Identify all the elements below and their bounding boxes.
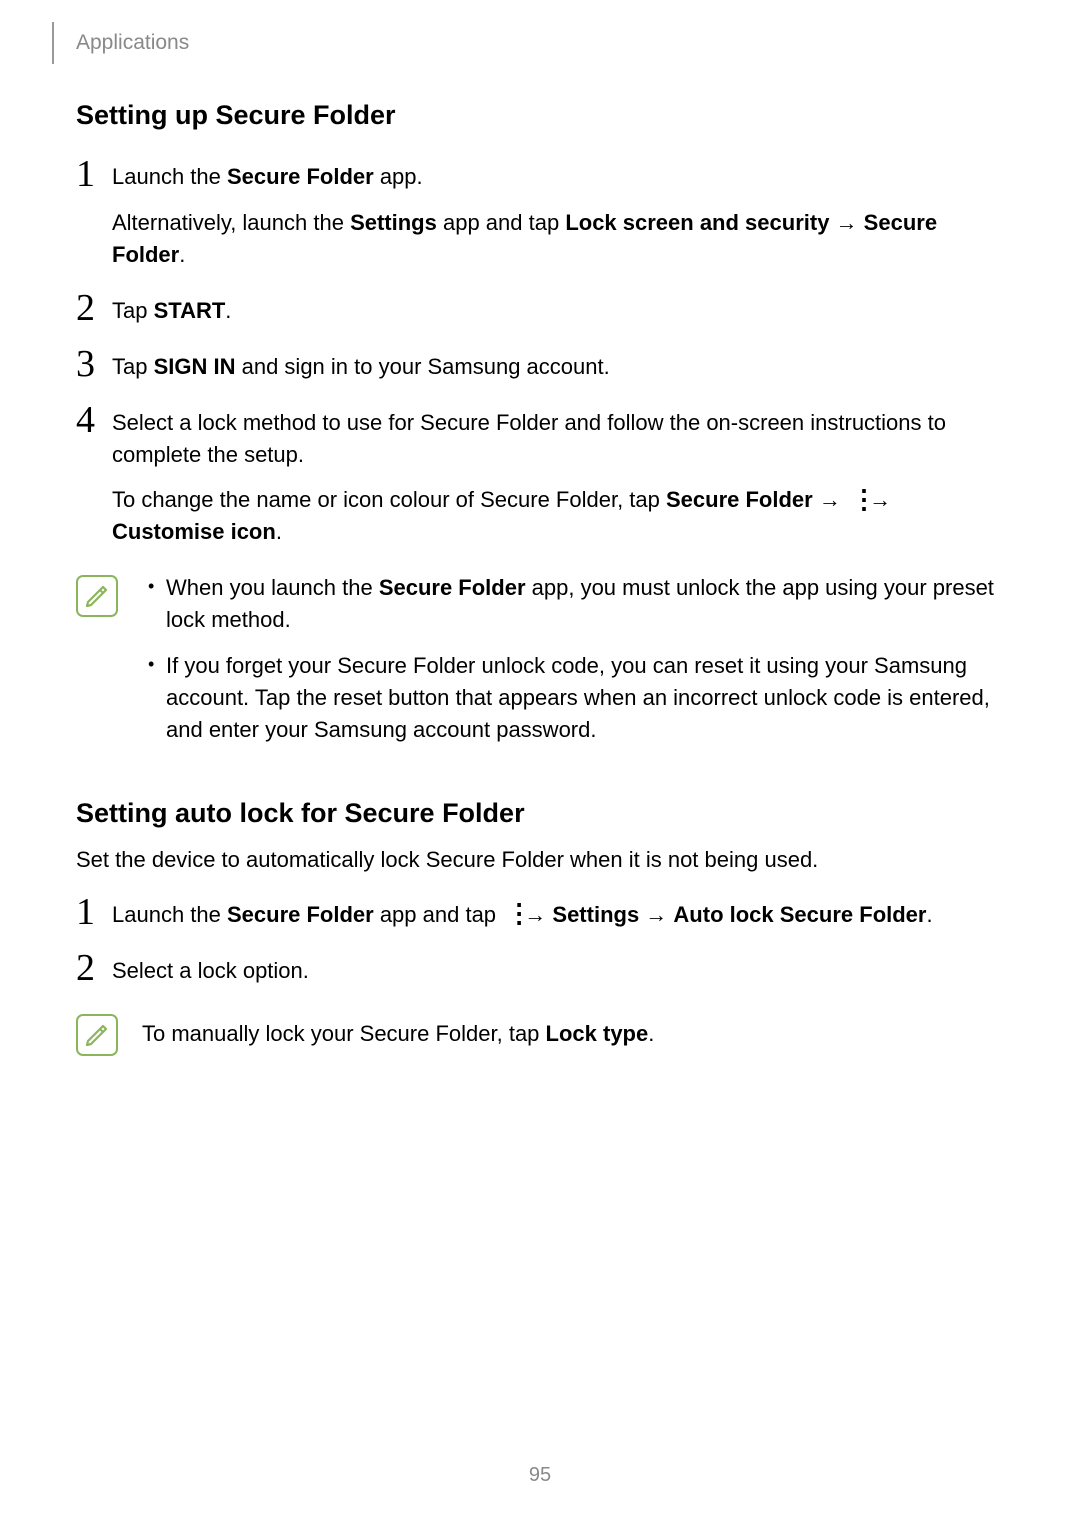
- step-number: 4: [76, 401, 112, 439]
- note-icon: [76, 1014, 118, 1056]
- step-2-s2: 2 Select a lock option.: [76, 955, 1004, 987]
- step-text: Launch the Secure Folder app.: [112, 161, 1004, 193]
- page-content: Setting up Secure Folder 1 Launch the Se…: [76, 100, 1004, 1066]
- step-2: 2 Tap START.: [76, 295, 1004, 327]
- section-intro: Set the device to automatically lock Sec…: [76, 847, 1004, 873]
- step-1: 1 Launch the Secure Folder app. Alternat…: [76, 161, 1004, 271]
- step-content: Launch the Secure Folder app. Alternativ…: [112, 161, 1004, 271]
- note-item: If you forget your Secure Folder unlock …: [142, 650, 1004, 746]
- step-content: Tap START.: [112, 295, 1004, 327]
- note-block: When you launch the Secure Folder app, y…: [76, 572, 1004, 745]
- step-text: Tap START.: [112, 295, 1004, 327]
- header-section-label: Applications: [76, 31, 189, 55]
- step-text: Select a lock method to use for Secure F…: [112, 407, 1004, 471]
- step-content: Select a lock method to use for Secure F…: [112, 407, 1004, 549]
- step-number: 2: [76, 949, 112, 987]
- step-1-s2: 1 Launch the Secure Folder app and tap →…: [76, 899, 1004, 931]
- step-number: 2: [76, 289, 112, 327]
- step-number: 3: [76, 345, 112, 383]
- step-content: Select a lock option.: [112, 955, 1004, 987]
- step-4: 4 Select a lock method to use for Secure…: [76, 407, 1004, 549]
- more-options-icon: [505, 905, 515, 927]
- note-list: When you launch the Secure Folder app, y…: [142, 572, 1004, 745]
- note-content: When you launch the Secure Folder app, y…: [142, 572, 1004, 745]
- more-options-icon: [850, 491, 860, 513]
- step-text: Alternatively, launch the Settings app a…: [112, 207, 1004, 271]
- note-item: When you launch the Secure Folder app, y…: [142, 572, 1004, 636]
- step-text: To change the name or icon colour of Sec…: [112, 484, 1004, 548]
- section-heading-autolock: Setting auto lock for Secure Folder: [76, 798, 1004, 829]
- note-block: To manually lock your Secure Folder, tap…: [76, 1011, 1004, 1056]
- step-content: Tap SIGN IN and sign in to your Samsung …: [112, 351, 1004, 383]
- section-heading-setup: Setting up Secure Folder: [76, 100, 1004, 131]
- step-text: Tap SIGN IN and sign in to your Samsung …: [112, 351, 1004, 383]
- step-text: Launch the Secure Folder app and tap → S…: [112, 899, 1004, 931]
- note-icon: [76, 575, 118, 617]
- step-number: 1: [76, 155, 112, 193]
- note-content: To manually lock your Secure Folder, tap…: [142, 1011, 1004, 1050]
- step-number: 1: [76, 893, 112, 931]
- pencil-note-icon: [82, 581, 112, 611]
- header-divider: [52, 22, 54, 64]
- step-3: 3 Tap SIGN IN and sign in to your Samsun…: [76, 351, 1004, 383]
- step-text: Select a lock option.: [112, 955, 1004, 987]
- page-header: Applications: [52, 22, 189, 64]
- pencil-note-icon: [82, 1020, 112, 1050]
- page-number: 95: [0, 1464, 1080, 1487]
- step-content: Launch the Secure Folder app and tap → S…: [112, 899, 1004, 931]
